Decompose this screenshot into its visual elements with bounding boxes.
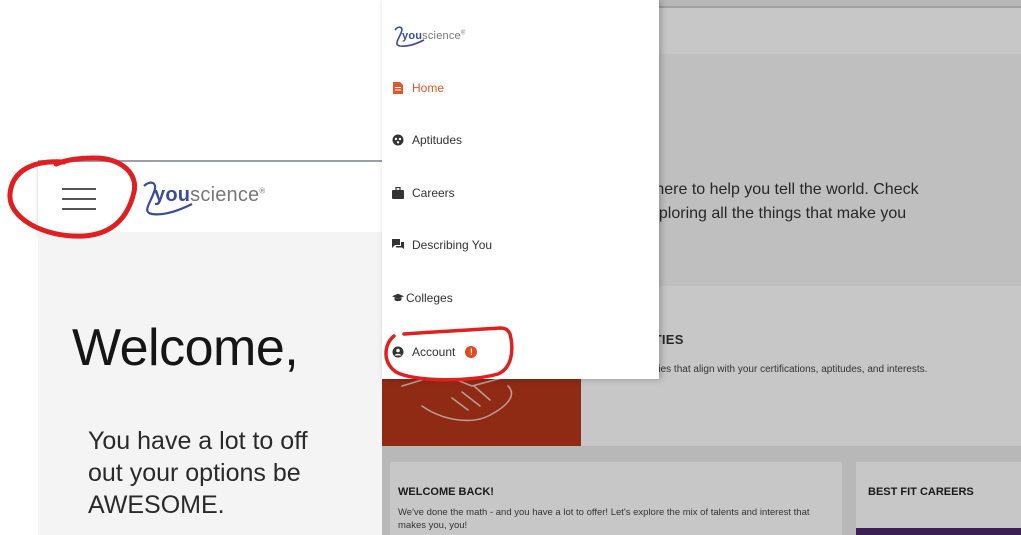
- welcome-heading: Welcome,: [72, 319, 299, 377]
- menu-item-label: Colleges: [406, 291, 453, 305]
- menu-item-home[interactable]: Home: [392, 77, 444, 99]
- menu-item-label: Careers: [412, 186, 455, 200]
- graduation-cap-icon: [392, 292, 404, 304]
- logo-text: youscience®: [154, 184, 266, 206]
- menu-item-label: Home: [412, 81, 445, 95]
- menu-item-describing-you[interactable]: Describing You: [392, 234, 492, 256]
- welcome-line: out your options be: [88, 459, 301, 487]
- menu-item-colleges[interactable]: Colleges: [392, 287, 453, 309]
- red-annotation-circle-account: [384, 326, 514, 382]
- document-icon: [392, 82, 404, 94]
- youscience-logo: youscience®: [136, 178, 296, 218]
- menu-item-label: Describing You: [412, 238, 493, 252]
- red-annotation-circle-hamburger: [7, 155, 138, 239]
- menu-item-careers[interactable]: Careers: [392, 182, 455, 204]
- aptitude-icon: [392, 134, 404, 146]
- welcome-paragraph: You have a lot to off out your options b…: [88, 425, 382, 521]
- menu-item-label: Aptitudes: [412, 133, 463, 147]
- briefcase-icon: [392, 187, 404, 199]
- navigation-drawer: youscience® Home Aptitudes Careers Descr…: [382, 0, 659, 379]
- menu-item-aptitudes[interactable]: Aptitudes: [392, 129, 462, 151]
- logo-text: youscience®: [402, 30, 466, 42]
- drawer-youscience-logo[interactable]: youscience®: [390, 24, 500, 50]
- welcome-line: You have a lot to off: [88, 427, 308, 455]
- zoomed-page-view: youscience® Welcome, You have a lot to o…: [0, 0, 382, 535]
- welcome-line: AWESOME.: [88, 491, 225, 519]
- chat-icon: [392, 239, 404, 251]
